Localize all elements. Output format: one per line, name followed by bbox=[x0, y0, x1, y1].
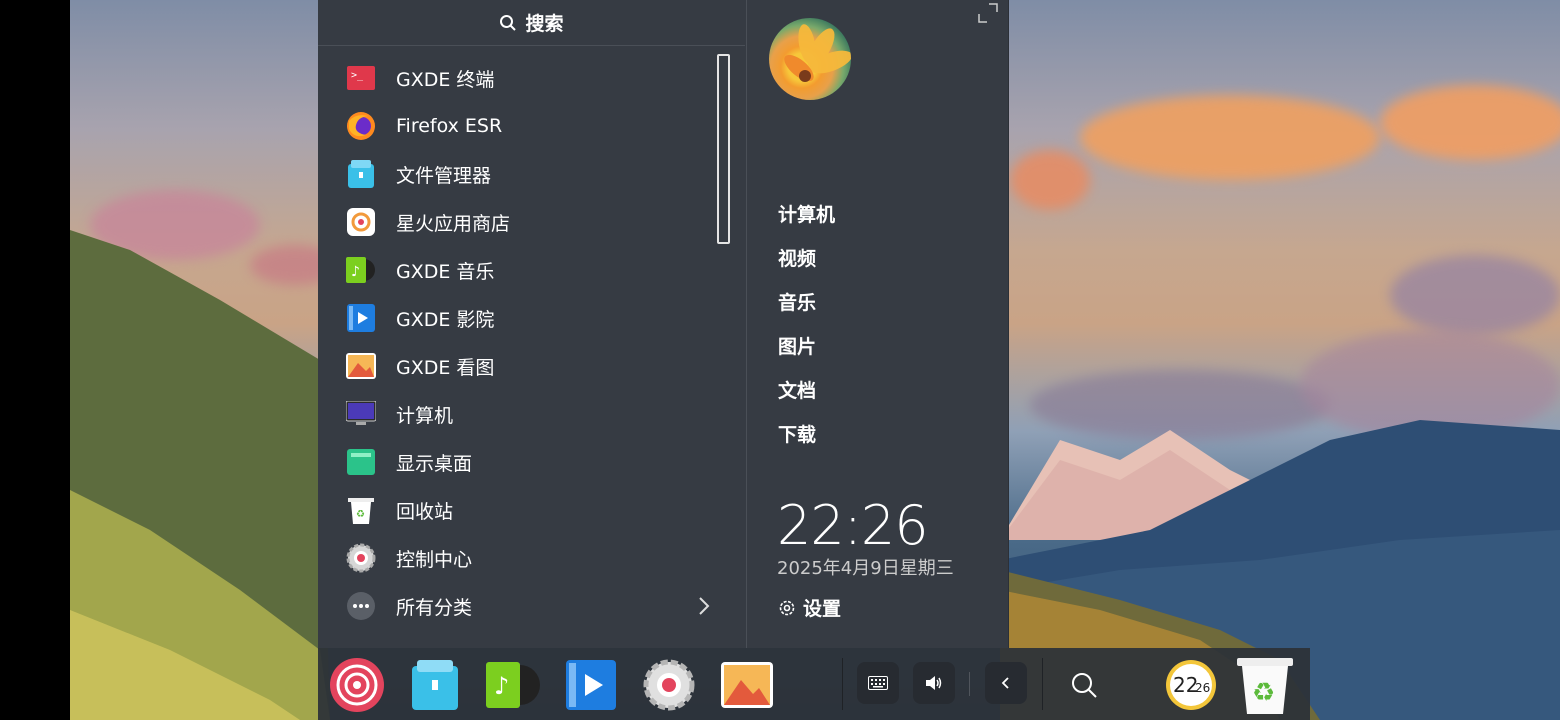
dock-separator-2 bbox=[1042, 658, 1043, 710]
music-icon: ♪ bbox=[346, 255, 376, 285]
tray-separator bbox=[969, 672, 970, 696]
volume-icon bbox=[926, 676, 942, 690]
dock-launcher[interactable] bbox=[328, 656, 386, 714]
dock-search[interactable] bbox=[1055, 656, 1113, 714]
firefox-icon bbox=[346, 111, 376, 141]
side-pane: 计算机 视频 音乐 图片 文档 下载 22:26 2025年4月9日星期三 设置 bbox=[746, 0, 1009, 648]
tray-expand-button[interactable] bbox=[985, 662, 1027, 704]
svg-text:♻: ♻ bbox=[356, 509, 365, 520]
app-item-movie[interactable]: GXDE 影院 bbox=[318, 294, 745, 342]
user-avatar[interactable] bbox=[769, 18, 851, 100]
control-center-icon bbox=[346, 543, 376, 573]
app-item-spark-store[interactable]: 星火应用商店 bbox=[318, 198, 745, 246]
music-icon: ♪ bbox=[486, 662, 540, 708]
app-item-computer[interactable]: 计算机 bbox=[318, 390, 745, 438]
app-item-firefox[interactable]: Firefox ESR bbox=[318, 102, 745, 150]
app-item-trash[interactable]: ♻ 回收站 bbox=[318, 486, 745, 534]
clock-time: 22:26 bbox=[777, 494, 929, 557]
trash-icon: ♻ bbox=[346, 495, 376, 525]
svg-text:♻: ♻ bbox=[1252, 678, 1275, 708]
clock-date: 2025年4月9日星期三 bbox=[777, 558, 954, 579]
app-item-control-center[interactable]: 控制中心 bbox=[318, 534, 745, 582]
place-documents[interactable]: 文档 bbox=[778, 376, 816, 403]
app-list-pane: 搜索 >_ GXDE 终端 Firefox ESR 文件管理器 星火应用商店 ♪… bbox=[318, 0, 745, 648]
computer-icon bbox=[346, 399, 376, 429]
dock-separator bbox=[842, 658, 843, 710]
image-viewer-icon bbox=[721, 662, 773, 708]
chevron-right-icon bbox=[699, 597, 710, 615]
more-icon bbox=[346, 591, 376, 621]
search-label: 搜索 bbox=[525, 13, 564, 35]
place-downloads[interactable]: 下载 bbox=[778, 420, 816, 447]
file-manager-icon bbox=[346, 159, 376, 189]
launcher-icon bbox=[330, 658, 384, 712]
dock-control-center[interactable] bbox=[640, 656, 698, 714]
app-item-terminal[interactable]: >_ GXDE 终端 bbox=[318, 54, 745, 102]
movie-icon bbox=[566, 660, 616, 710]
dock-file-manager[interactable] bbox=[406, 656, 464, 714]
place-pictures[interactable]: 图片 bbox=[778, 332, 816, 359]
svg-text:♪: ♪ bbox=[351, 264, 360, 280]
dock: ♪ 22 26 ♻ bbox=[318, 648, 1310, 720]
svg-text:♪: ♪ bbox=[494, 672, 509, 700]
place-videos[interactable]: 视频 bbox=[778, 244, 816, 271]
search-input[interactable]: 搜索 bbox=[318, 0, 745, 46]
place-music[interactable]: 音乐 bbox=[778, 288, 816, 315]
settings-label: 设置 bbox=[803, 598, 842, 620]
dock-image-viewer[interactable] bbox=[718, 656, 776, 714]
dock-clock[interactable]: 22 26 bbox=[1162, 656, 1220, 714]
app-item-music[interactable]: ♪ GXDE 音乐 bbox=[318, 246, 745, 294]
dock-movie[interactable] bbox=[562, 656, 620, 714]
search-icon bbox=[500, 14, 517, 31]
keyboard-button[interactable] bbox=[857, 662, 899, 704]
clock-badge-minute: 26 bbox=[1195, 681, 1210, 695]
search-icon bbox=[1072, 673, 1097, 698]
app-item-image-viewer[interactable]: GXDE 看图 bbox=[318, 342, 745, 390]
settings-button[interactable]: 设置 bbox=[777, 594, 841, 621]
show-desktop-icon bbox=[346, 447, 376, 477]
image-viewer-icon bbox=[346, 351, 376, 381]
app-item-show-desktop[interactable]: 显示桌面 bbox=[318, 438, 745, 486]
dock-trash[interactable]: ♻ bbox=[1236, 656, 1294, 714]
start-menu: 搜索 >_ GXDE 终端 Firefox ESR 文件管理器 星火应用商店 ♪… bbox=[318, 0, 1009, 648]
terminal-icon: >_ bbox=[346, 63, 376, 93]
dock-music[interactable]: ♪ bbox=[484, 656, 542, 714]
all-categories-item[interactable]: 所有分类 bbox=[318, 582, 745, 630]
clock-icon: 22 26 bbox=[1166, 660, 1216, 710]
control-center-icon bbox=[643, 659, 695, 711]
volume-button[interactable] bbox=[913, 662, 955, 704]
keyboard-icon bbox=[868, 676, 888, 690]
place-computer[interactable]: 计算机 bbox=[778, 200, 835, 227]
app-item-file-manager[interactable]: 文件管理器 bbox=[318, 150, 745, 198]
svg-text:>_: >_ bbox=[351, 70, 364, 81]
expand-icon[interactable] bbox=[977, 2, 999, 24]
scrollbar[interactable] bbox=[717, 54, 730, 244]
spark-store-icon bbox=[346, 207, 376, 237]
gear-icon bbox=[779, 600, 795, 615]
trash-icon: ♻ bbox=[1237, 658, 1293, 714]
movie-icon bbox=[346, 303, 376, 333]
chevron-left-icon bbox=[1001, 677, 1009, 689]
file-manager-icon bbox=[412, 660, 458, 710]
